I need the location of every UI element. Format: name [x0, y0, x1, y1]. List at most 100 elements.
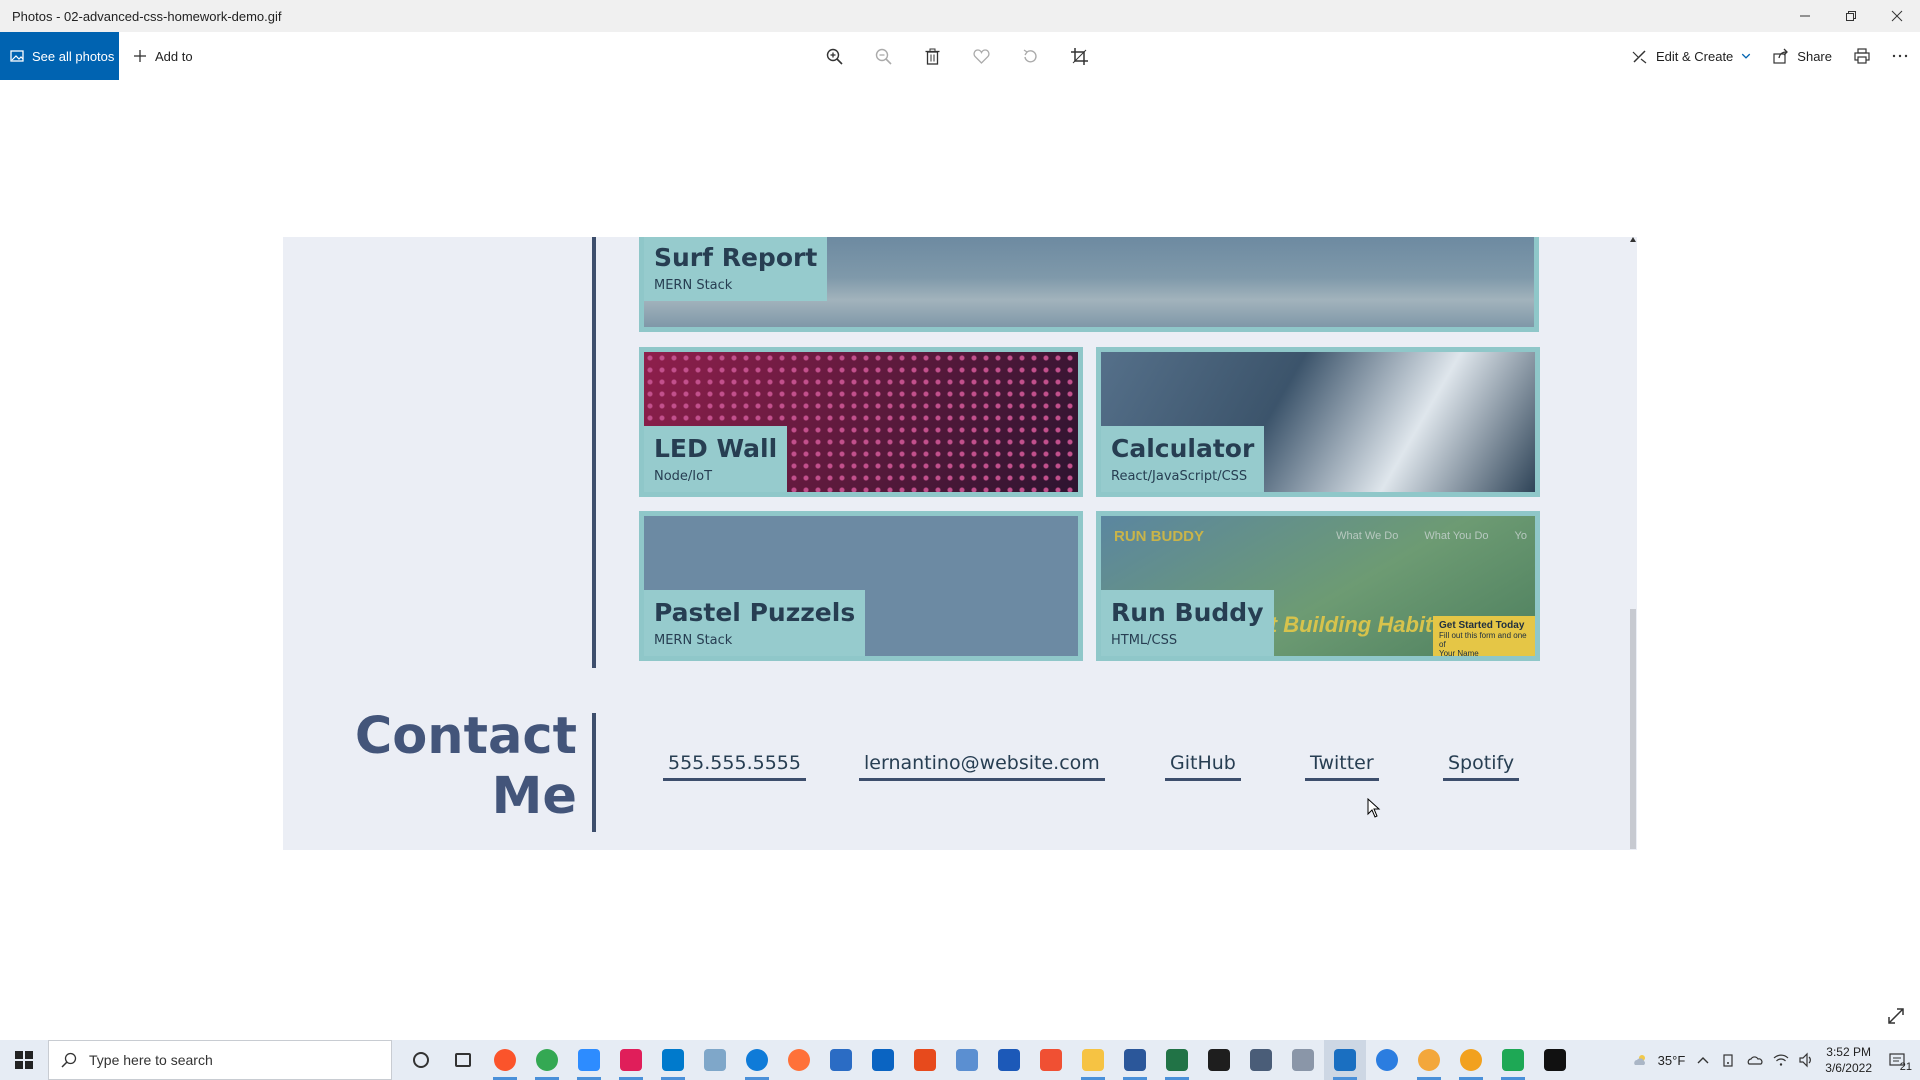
weather-temp[interactable]: 35°F: [1658, 1053, 1686, 1068]
notifications-button[interactable]: 21: [1882, 1045, 1912, 1075]
taskbar-app-cortana[interactable]: [400, 1040, 442, 1080]
photos-toolbar: See all photos Add to Edit & Create Shar…: [0, 32, 1920, 80]
meet-icon[interactable]: [1721, 1052, 1737, 1068]
taskbar-app-sync[interactable]: [1366, 1040, 1408, 1080]
crop-button[interactable]: [1067, 44, 1092, 69]
clock-time: 3:52 PM: [1826, 1045, 1871, 1059]
taskbar-app-chat[interactable]: [1408, 1040, 1450, 1080]
scroll-up-arrow-icon: [1630, 237, 1636, 242]
taskbar-app-edge[interactable]: [736, 1040, 778, 1080]
taskbar-app-cmd[interactable]: [1534, 1040, 1576, 1080]
zoom-in-button[interactable]: [822, 44, 847, 69]
taskbar-app-terminal[interactable]: [1198, 1040, 1240, 1080]
rotate-button[interactable]: [1018, 44, 1043, 69]
run-buddy-cta-sub: Fill out this form and one of: [1439, 631, 1527, 649]
add-to-button[interactable]: Add to: [119, 49, 193, 64]
toolbar-center-actions: [822, 32, 1092, 80]
contact-heading-line: Me: [491, 767, 577, 826]
close-button[interactable]: [1874, 0, 1920, 32]
taskbar-app-ime[interactable]: [1282, 1040, 1324, 1080]
taskbar-app-store[interactable]: [820, 1040, 862, 1080]
fullscreen-expand-icon[interactable]: [1886, 1006, 1906, 1026]
taskbar-search-input[interactable]: Type here to search: [48, 1040, 392, 1080]
see-all-photos-button[interactable]: See all photos: [0, 32, 119, 80]
taskbar-app-task-view[interactable]: [442, 1040, 484, 1080]
project-caption: LED Wall Node/IoT: [644, 426, 788, 492]
taskbar-app-mail[interactable]: [862, 1040, 904, 1080]
run-buddy-brand: RUN BUDDY: [1114, 528, 1204, 545]
taskbar-app-office[interactable]: [904, 1040, 946, 1080]
taskbar-app-vscode[interactable]: [652, 1040, 694, 1080]
edit-pen-icon: [1632, 50, 1647, 64]
print-button[interactable]: [1854, 48, 1870, 64]
taskbar-app-photos[interactable]: [1324, 1040, 1366, 1080]
contact-link-email[interactable]: lernantino@website.com: [859, 752, 1105, 781]
onedrive-icon[interactable]: [1747, 1052, 1763, 1068]
plus-icon: [134, 50, 146, 62]
taskbar-app-notepad[interactable]: [694, 1040, 736, 1080]
project-tech: MERN Stack: [654, 633, 733, 648]
project-tech: HTML/CSS: [1111, 633, 1178, 648]
contact-heading: Contact Me: [355, 707, 577, 827]
contact-link-phone[interactable]: 555.555.5555: [663, 752, 806, 781]
more-dots-icon: [1892, 54, 1908, 58]
taskbar-app-brave[interactable]: [484, 1040, 526, 1080]
project-name: Pastel Puzzels: [654, 598, 856, 627]
edge-icon: [746, 1049, 768, 1071]
control-panel-icon: [956, 1049, 978, 1071]
more-options-button[interactable]: [1892, 48, 1908, 64]
trash-icon: [925, 48, 940, 65]
photo-gallery-icon: [10, 50, 24, 62]
notepad-icon: [704, 1049, 726, 1071]
project-card-run-buddy[interactable]: RUN BUDDY What We Do What You Do Yo art …: [1096, 511, 1540, 661]
chevron-up-icon[interactable]: [1695, 1052, 1711, 1068]
taskbar-app-e-app[interactable]: [1450, 1040, 1492, 1080]
minimize-button[interactable]: [1782, 0, 1828, 32]
project-card-surf-report[interactable]: Surf Report MERN Stack: [639, 237, 1539, 332]
project-card-led-wall[interactable]: LED Wall Node/IoT: [639, 347, 1083, 497]
sync-icon: [1376, 1049, 1398, 1071]
taskbar-app-file-explorer[interactable]: [1072, 1040, 1114, 1080]
wifi-icon[interactable]: [1773, 1052, 1789, 1068]
edit-create-button[interactable]: Edit & Create: [1632, 48, 1751, 64]
taskbar-app-linux[interactable]: [1492, 1040, 1534, 1080]
rotate-icon: [1023, 48, 1037, 62]
see-all-photos-label: See all photos: [32, 48, 115, 64]
heart-icon: [973, 48, 990, 64]
favorite-button[interactable]: [969, 44, 994, 69]
taskbar-app-git[interactable]: [1030, 1040, 1072, 1080]
minimize-icon: [1800, 15, 1810, 17]
chat-icon: [1418, 1049, 1440, 1071]
run-buddy-nav-item: What We Do: [1336, 530, 1399, 542]
contact-link-github[interactable]: GitHub: [1165, 752, 1241, 781]
taskbar-app-word[interactable]: [1114, 1040, 1156, 1080]
taskbar-app-firefox[interactable]: [778, 1040, 820, 1080]
run-buddy-nav-item: Yo: [1514, 530, 1527, 542]
mouse-cursor-icon: [1367, 798, 1381, 818]
contact-link-twitter[interactable]: Twitter: [1305, 752, 1379, 781]
search-icon: [61, 1052, 77, 1068]
taskbar-app-azure[interactable]: [988, 1040, 1030, 1080]
restore-button[interactable]: [1828, 0, 1874, 32]
zoom-out-icon: [875, 48, 892, 65]
taskbar-app-excel[interactable]: [1156, 1040, 1198, 1080]
taskbar-app-slack[interactable]: [610, 1040, 652, 1080]
taskbar-app-control-panel[interactable]: [946, 1040, 988, 1080]
printer-icon: [1854, 48, 1870, 64]
volume-icon[interactable]: [1799, 1052, 1815, 1068]
zoom-out-button[interactable]: [871, 44, 896, 69]
project-tech: Node/IoT: [654, 469, 713, 484]
e-app-icon: [1460, 1049, 1482, 1071]
taskbar-app-zoom[interactable]: [568, 1040, 610, 1080]
start-button[interactable]: [0, 1040, 48, 1080]
taskbar-app-chrome[interactable]: [526, 1040, 568, 1080]
taskbar-clock[interactable]: 3:52 PM 3/6/2022: [1825, 1044, 1872, 1076]
image-viewer-canvas[interactable]: Surf Report MERN Stack LED Wall Node/IoT…: [0, 80, 1920, 1040]
contact-link-spotify[interactable]: Spotify: [1443, 752, 1520, 781]
taskbar-app-calculator[interactable]: [1240, 1040, 1282, 1080]
crop-icon: [1071, 47, 1088, 65]
share-button[interactable]: Share: [1773, 48, 1832, 64]
project-card-pastel-puzzels[interactable]: Pastel Puzzels MERN Stack: [639, 511, 1083, 661]
delete-button[interactable]: [920, 44, 945, 69]
project-card-calculator[interactable]: Calculator React/JavaScript/CSS: [1096, 347, 1540, 497]
